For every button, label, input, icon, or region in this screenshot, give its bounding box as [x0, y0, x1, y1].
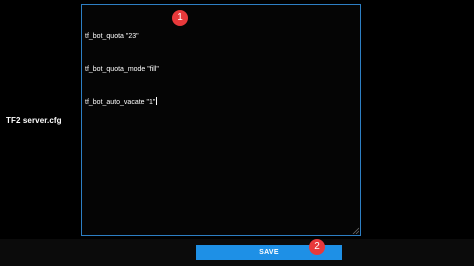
text-caret — [156, 97, 158, 105]
step-2-badge: 2 — [309, 239, 325, 255]
config-panel: TF2 server.cfg tf_bot_quota "23" tf_bot_… — [0, 0, 474, 266]
resize-grip-icon[interactable] — [352, 227, 359, 234]
editor-content: tf_bot_quota "23" tf_bot_quota_mode "fil… — [85, 9, 159, 130]
step-1-badge: 1 — [172, 10, 188, 26]
editor-line: tf_bot_quota_mode "fill" — [85, 66, 159, 73]
config-file-label: TF2 server.cfg — [6, 116, 62, 125]
editor-line-last: tf_bot_auto_vacate "1" — [85, 97, 159, 108]
config-editor-textarea[interactable]: tf_bot_quota "23" tf_bot_quota_mode "fil… — [81, 4, 361, 236]
editor-line-text: tf_bot_auto_vacate "1" — [85, 99, 156, 106]
editor-line: tf_bot_quota "23" — [85, 33, 139, 40]
